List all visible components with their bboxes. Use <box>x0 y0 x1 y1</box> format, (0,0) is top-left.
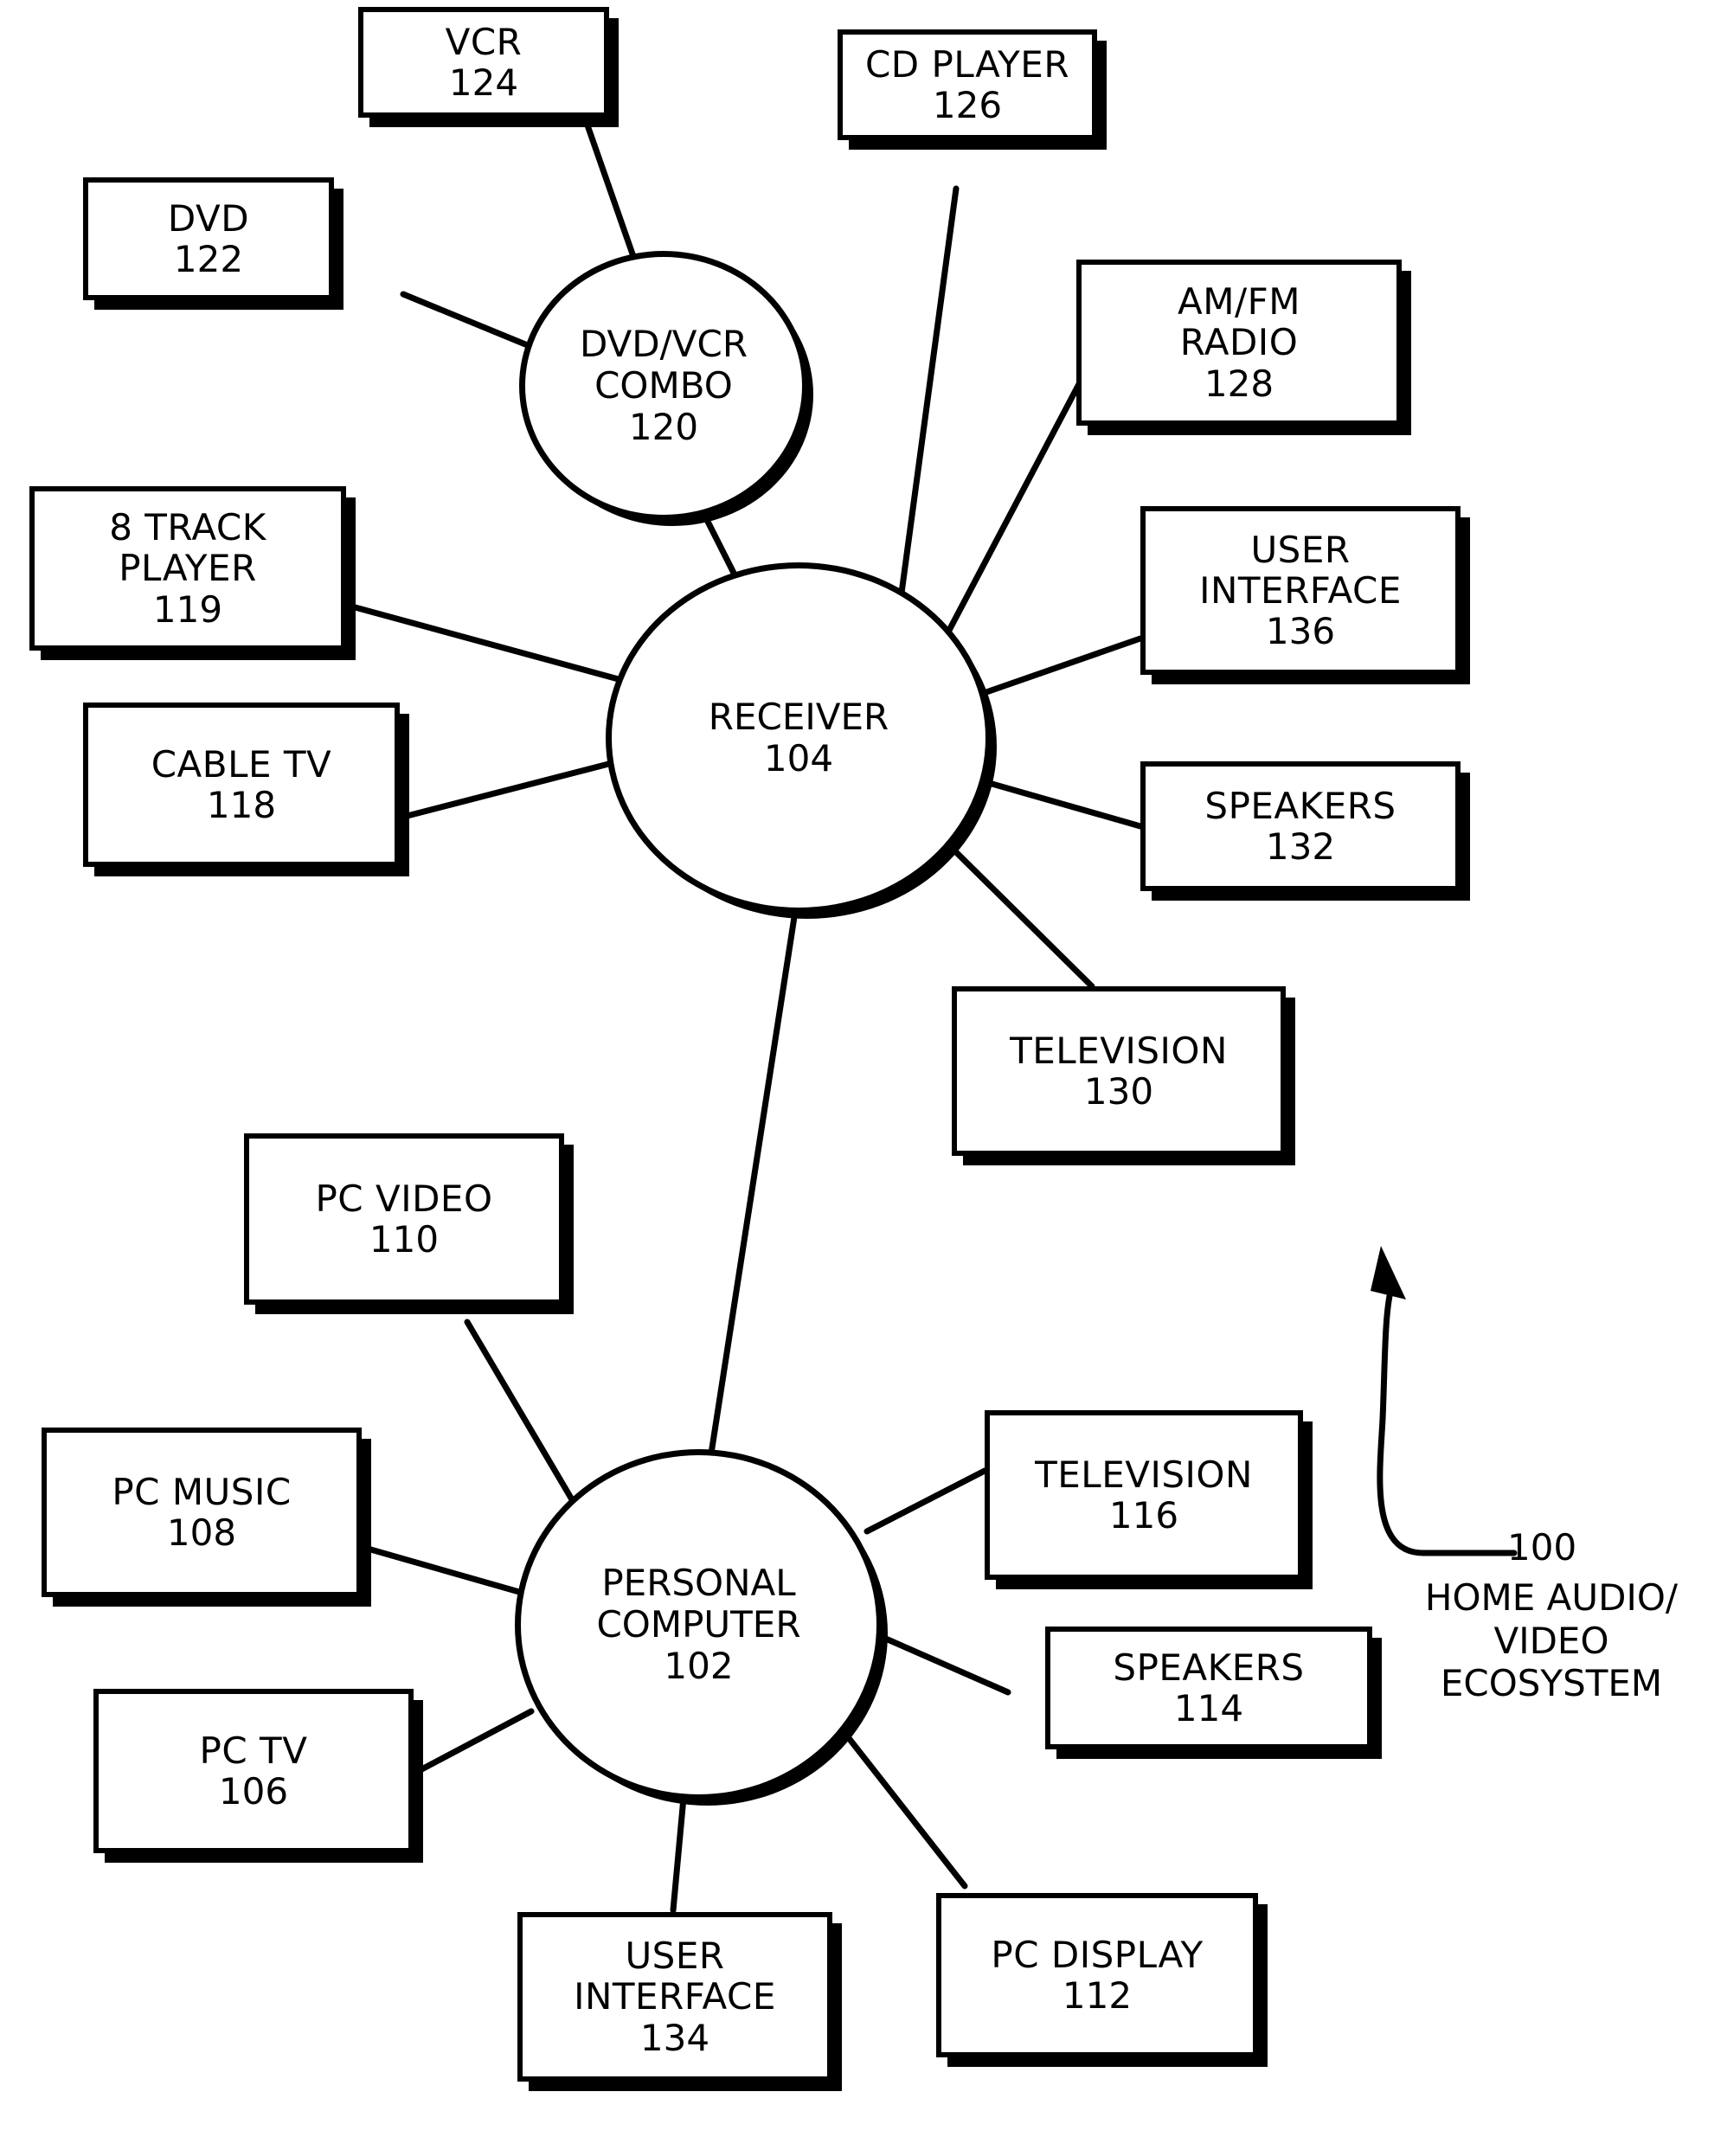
node-am-fm-radio-128[interactable]: AM/FM RADIO 128 <box>1076 260 1402 426</box>
node-label-line1: 8 TRACK <box>109 506 266 549</box>
node-label: CD PLAYER <box>864 42 1070 86</box>
node-label-line1: USER <box>625 1935 725 1978</box>
node-eight-track-player-119[interactable]: 8 TRACK PLAYER 119 <box>29 486 346 651</box>
node-label: TELEVISION <box>1010 1029 1228 1072</box>
node-label: SPEAKERS <box>1113 1646 1305 1689</box>
node-cable-tv-118[interactable]: CABLE TV 118 <box>83 703 400 867</box>
patent-figure-canvas: VCR 124 CD PLAYER 126 DVD 122 AM/FM RADI… <box>0 0 1727 2156</box>
node-speakers-114[interactable]: SPEAKERS 114 <box>1045 1627 1372 1749</box>
node-reference-number: 122 <box>173 238 244 280</box>
node-label-line1: DVD/VCR <box>579 323 748 366</box>
node-speakers-132[interactable]: SPEAKERS 132 <box>1140 761 1461 891</box>
node-cd-player-126[interactable]: CD PLAYER 126 <box>838 29 1097 140</box>
node-reference-number: 106 <box>218 1770 289 1813</box>
edge-pc-to-pcvideo <box>464 1319 579 1509</box>
node-reference-number: 136 <box>1265 610 1336 653</box>
edge-pc-to-pctv <box>410 1708 535 1777</box>
node-dvd-122[interactable]: DVD 122 <box>83 177 334 300</box>
figure-caption: HOME AUDIO/ VIDEO ECOSYSTEM <box>1424 1576 1679 1705</box>
edge-receiver-to-cdplayer <box>896 185 960 609</box>
node-label: DVD <box>167 196 250 240</box>
node-label: SPEAKERS <box>1204 784 1396 827</box>
curved-arrow-icon <box>1371 1246 1518 1556</box>
edge-receiver-to-television130 <box>953 849 1095 990</box>
edge-pc-to-ui134 <box>670 1794 687 1914</box>
node-vcr-124[interactable]: VCR 124 <box>358 7 609 118</box>
node-reference-number: 120 <box>628 405 699 448</box>
edge-receiver-to-amfmradio <box>941 379 1083 642</box>
figure-reference-number: 100 <box>1507 1526 1577 1569</box>
node-reference-number: 132 <box>1265 825 1336 868</box>
node-label: CABLE TV <box>151 742 332 786</box>
edge-pc-to-television116 <box>864 1467 988 1535</box>
edge-receiver-to-eighttrack <box>345 602 638 687</box>
node-reference-number: 119 <box>152 587 223 631</box>
node-label-line2: INTERFACE <box>1199 568 1402 612</box>
node-label: PC TV <box>199 1729 308 1772</box>
node-reference-number: 130 <box>1083 1070 1154 1113</box>
edge-receiver-to-cabletv <box>397 758 622 821</box>
node-reference-number: 112 <box>1062 1974 1133 2017</box>
node-label-line2: RADIO <box>1179 321 1299 364</box>
node-pc-music-108[interactable]: PC MUSIC 108 <box>42 1428 362 1597</box>
node-user-interface-136[interactable]: USER INTERFACE 136 <box>1140 506 1461 675</box>
edge-pc-to-pcmusic <box>358 1543 523 1595</box>
node-personal-computer-102[interactable]: PERSONAL COMPUTER 102 <box>515 1449 883 1800</box>
node-television-116[interactable]: TELEVISION 116 <box>985 1410 1303 1580</box>
edge-receiver-to-speakers132 <box>985 780 1144 830</box>
node-television-130[interactable]: TELEVISION 130 <box>952 986 1286 1156</box>
node-label: RECEIVER <box>708 696 889 739</box>
edge-receiver-to-personalcomputer <box>708 914 798 1457</box>
node-user-interface-134[interactable]: USER INTERFACE 134 <box>517 1912 832 2082</box>
node-label: PC VIDEO <box>315 1177 493 1220</box>
node-label: PC DISPLAY <box>991 1933 1204 1976</box>
node-reference-number: 128 <box>1204 362 1274 405</box>
node-label: TELEVISION <box>1035 1453 1253 1496</box>
node-pc-tv-106[interactable]: PC TV 106 <box>93 1689 414 1853</box>
node-reference-number: 110 <box>369 1218 440 1261</box>
node-reference-number: 102 <box>664 1644 734 1687</box>
node-label-line2: INTERFACE <box>574 1975 776 2018</box>
node-label: PC MUSIC <box>112 1470 292 1513</box>
edge-dvdvcr-to-vcr <box>583 119 639 267</box>
node-reference-number: 104 <box>763 737 834 780</box>
edge-dvdvcr-to-dvd <box>400 291 533 350</box>
edge-pc-to-pcdisplay <box>836 1723 968 1890</box>
node-pc-display-112[interactable]: PC DISPLAY 112 <box>936 1893 1258 2057</box>
node-reference-number: 134 <box>639 2016 710 2059</box>
node-reference-number: 114 <box>1173 1687 1244 1729</box>
node-label-line2: COMPUTER <box>596 1603 801 1646</box>
node-label-line2: COMBO <box>594 364 733 407</box>
node-dvd-vcr-combo-120[interactable]: DVD/VCR COMBO 120 <box>519 251 808 521</box>
node-label-line1: PERSONAL <box>601 1562 796 1605</box>
node-label-line2: PLAYER <box>119 547 257 590</box>
node-label-line1: USER <box>1250 528 1351 571</box>
node-label: VCR <box>445 20 523 63</box>
node-reference-number: 124 <box>448 61 519 104</box>
edge-pc-to-speakers114 <box>870 1630 1011 1696</box>
node-reference-number: 116 <box>1108 1494 1179 1537</box>
node-reference-number: 108 <box>166 1511 237 1554</box>
node-receiver-104[interactable]: RECEIVER 104 <box>606 562 992 914</box>
node-pc-video-110[interactable]: PC VIDEO 110 <box>244 1133 564 1305</box>
node-label-line1: AM/FM <box>1177 280 1300 324</box>
node-reference-number: 118 <box>206 784 277 826</box>
node-reference-number: 126 <box>932 84 1003 126</box>
edge-receiver-to-ui136 <box>983 635 1144 696</box>
